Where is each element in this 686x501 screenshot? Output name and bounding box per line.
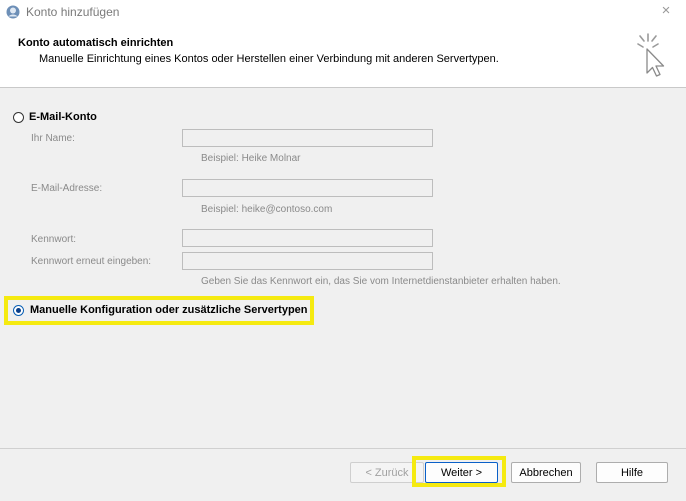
name-hint: Beispiel: Heike Molnar <box>201 153 301 164</box>
email-account-label[interactable]: E-Mail-Konto <box>29 111 97 123</box>
footer-divider <box>0 448 686 449</box>
password-repeat-field[interactable] <box>182 252 433 270</box>
password-label: Kennwort: <box>31 234 77 245</box>
wizard-header: Konto automatisch einrichten Manuelle Ei… <box>0 24 686 88</box>
password-field[interactable] <box>182 229 433 247</box>
page-title: Konto automatisch einrichten <box>18 37 174 49</box>
name-field[interactable] <box>182 129 433 147</box>
name-label: Ihr Name: <box>31 133 75 144</box>
password-hint: Geben Sie das Kennwort ein, das Sie vom … <box>201 276 561 287</box>
email-field[interactable] <box>182 179 433 197</box>
email-hint: Beispiel: heike@contoso.com <box>201 204 333 215</box>
title-bar: Konto hinzufügen × <box>0 0 686 24</box>
page-subtitle: Manuelle Einrichtung eines Kontos oder H… <box>39 53 499 65</box>
email-account-radio[interactable] <box>13 112 24 123</box>
password-repeat-label: Kennwort erneut eingeben: <box>31 256 152 267</box>
email-label: E-Mail-Adresse: <box>31 183 103 194</box>
outlook-account-icon <box>6 5 20 19</box>
click-cursor-icon <box>637 33 665 77</box>
close-icon[interactable]: × <box>652 1 680 23</box>
next-button[interactable]: Weiter > <box>425 462 498 483</box>
help-button[interactable]: Hilfe <box>596 462 668 483</box>
window-title: Konto hinzufügen <box>26 5 120 19</box>
cancel-button[interactable]: Abbrechen <box>511 462 581 483</box>
manual-config-label[interactable]: Manuelle Konfiguration oder zusätzliche … <box>30 304 308 316</box>
manual-config-radio[interactable] <box>13 305 24 316</box>
